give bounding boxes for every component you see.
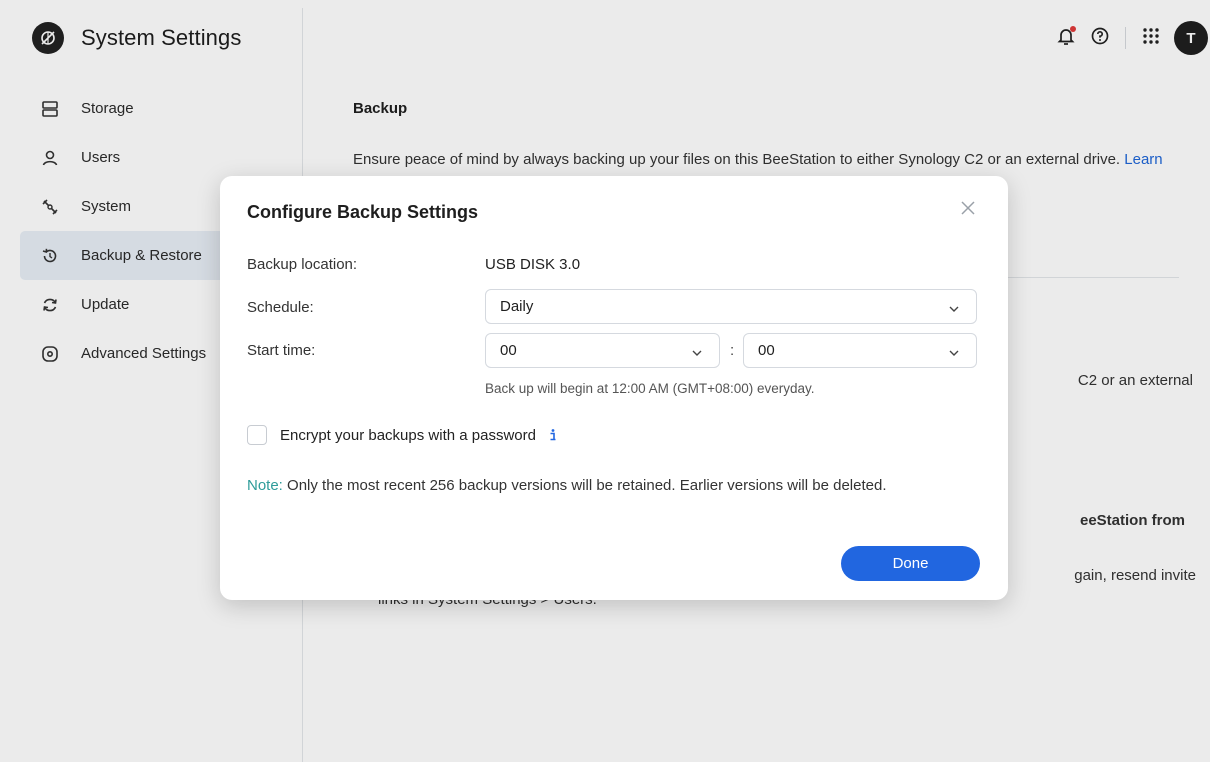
encrypt-label[interactable]: Encrypt your backups with a password: [280, 427, 536, 444]
schedule-select[interactable]: Daily: [485, 289, 977, 324]
chevron-down-icon: [948, 302, 960, 314]
time-separator: :: [730, 342, 735, 359]
close-button[interactable]: [958, 200, 978, 220]
schedule-label: Schedule:: [247, 299, 314, 316]
info-icon[interactable]: [546, 428, 560, 442]
hour-select-value: 00: [500, 342, 517, 359]
minute-select[interactable]: 00: [743, 333, 977, 368]
done-button[interactable]: Done: [841, 546, 980, 581]
backup-location-label: Backup location:: [247, 256, 358, 273]
configure-backup-dialog: Configure Backup Settings Backup locatio…: [220, 176, 1008, 600]
chevron-down-icon: [691, 346, 703, 358]
encrypt-checkbox[interactable]: [247, 425, 267, 445]
hour-select[interactable]: 00: [485, 333, 720, 368]
close-icon: [961, 200, 975, 220]
dialog-title: Configure Backup Settings: [247, 202, 479, 222]
retention-note: Note: Only the most recent 256 backup ve…: [247, 474, 947, 498]
backup-location-value: USB DISK 3.0: [485, 256, 581, 273]
note-text: Only the most recent 256 backup versions…: [282, 477, 887, 494]
minute-select-value: 00: [758, 342, 775, 359]
note-prefix: Note:: [247, 477, 283, 494]
schedule-hint: Back up will begin at 12:00 AM (GMT+08:0…: [485, 381, 815, 396]
schedule-select-value: Daily: [500, 298, 534, 315]
chevron-down-icon: [948, 346, 960, 358]
encrypt-option: Encrypt your backups with a password: [247, 425, 560, 445]
start-time-label: Start time:: [247, 342, 316, 359]
